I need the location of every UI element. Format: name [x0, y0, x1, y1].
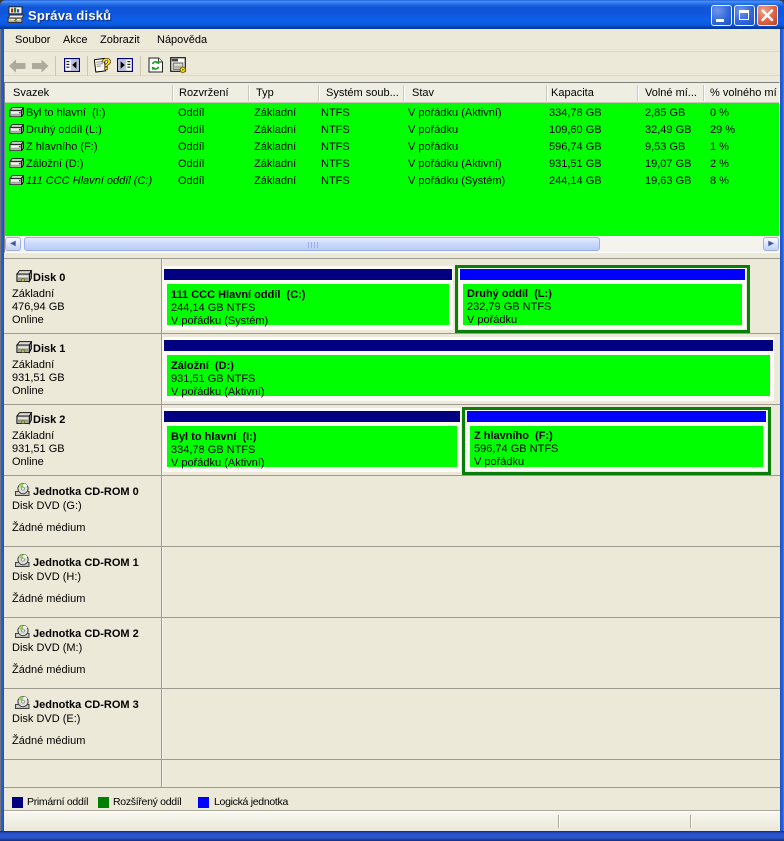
- svg-text:?: ?: [102, 57, 112, 74]
